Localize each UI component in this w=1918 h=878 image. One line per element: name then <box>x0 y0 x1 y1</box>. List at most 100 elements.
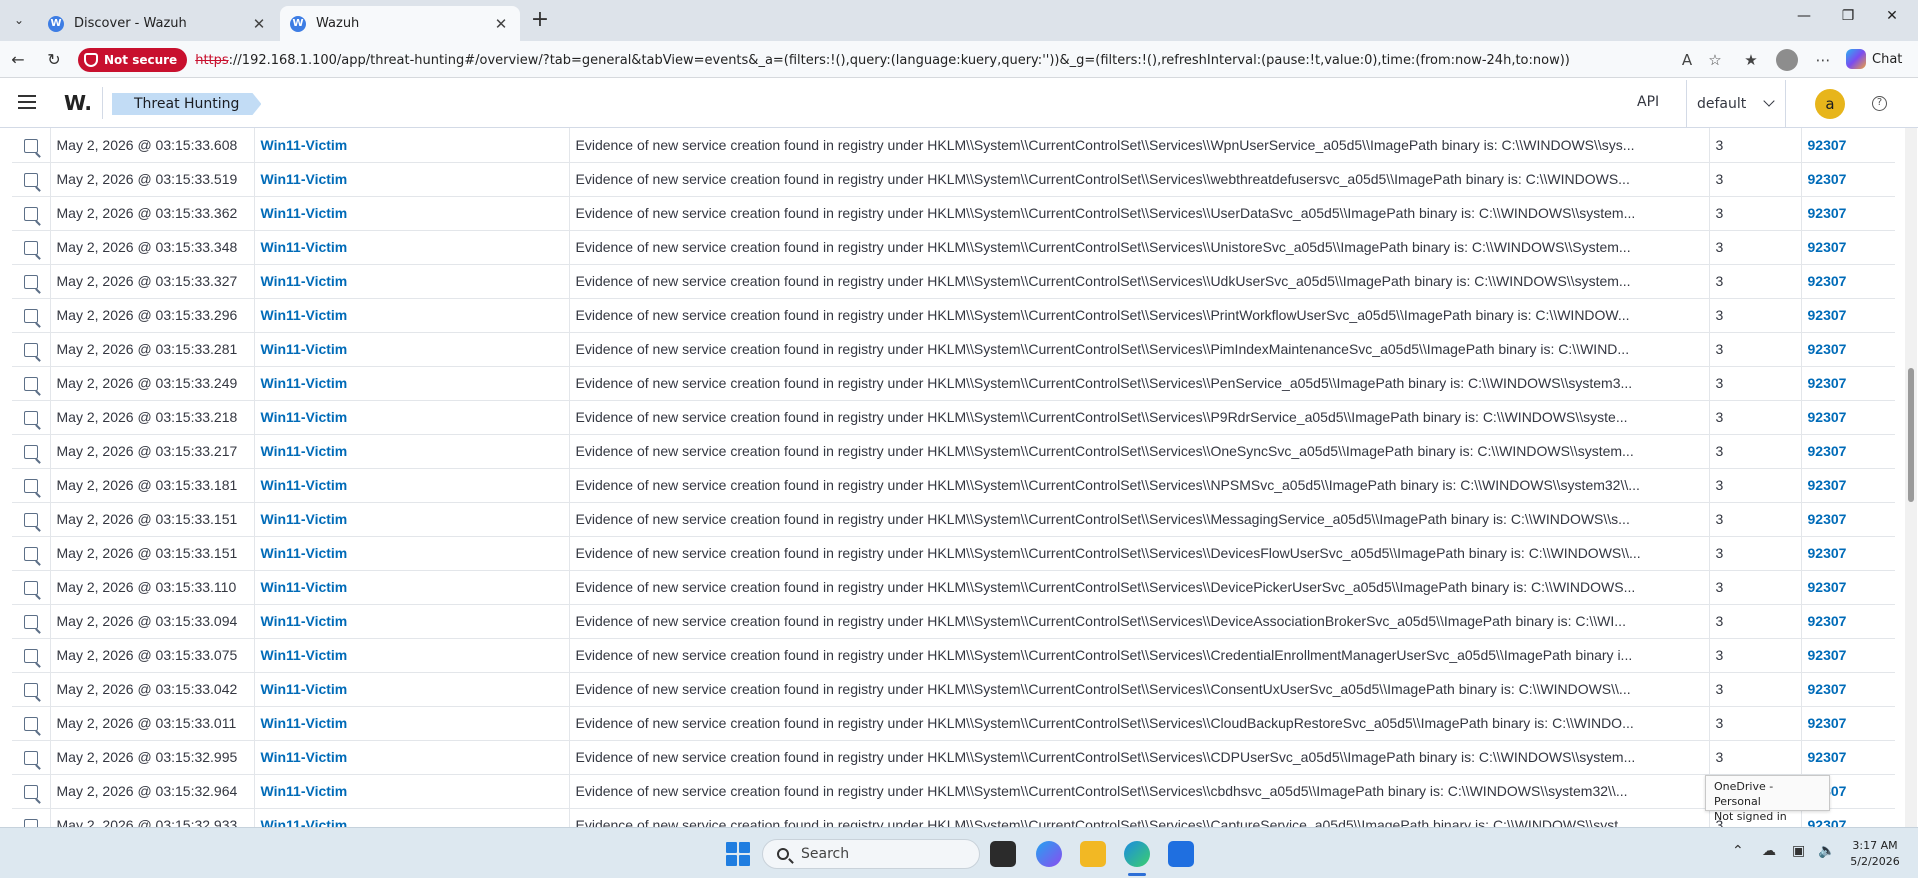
not-secure-badge[interactable]: Not secure <box>78 48 188 72</box>
inspect-cell[interactable] <box>12 332 51 367</box>
table-row[interactable]: May 2, 2026 @ 03:15:33.110 Win11-Victim Ev… <box>12 570 1895 605</box>
network-icon[interactable]: ▣ <box>1792 843 1805 859</box>
agent-name-link[interactable]: Win11-Victim <box>261 409 348 425</box>
table-row[interactable]: May 2, 2026 @ 03:15:33.348 Win11-Victim Ev… <box>12 230 1895 265</box>
inspect-cell[interactable] <box>12 536 51 571</box>
menu-hamburger-icon[interactable] <box>18 95 36 109</box>
page-scrollbar[interactable] <box>1905 128 1917 827</box>
agent-name-link[interactable]: Win11-Victim <box>261 681 348 697</box>
inspect-cell[interactable] <box>12 128 51 163</box>
rule-id-link[interactable]: 92307 <box>1808 647 1847 663</box>
rule-id-link[interactable]: 92307 <box>1808 205 1847 221</box>
rule-id-link[interactable]: 92307 <box>1808 511 1847 527</box>
table-row[interactable]: May 2, 2026 @ 03:15:33.362 Win11-Victim Ev… <box>12 196 1895 231</box>
agent-name-link[interactable]: Win11-Victim <box>261 511 348 527</box>
rule-id-link[interactable]: 92307 <box>1808 749 1847 765</box>
rule-id-link[interactable]: 92307 <box>1808 681 1847 697</box>
agent-name-link[interactable]: Win11-Victim <box>261 443 348 459</box>
rule-id-link[interactable]: 92307 <box>1808 171 1847 187</box>
more-options-icon[interactable]: ⋯ <box>1812 49 1834 71</box>
rule-id-link[interactable]: 92307 <box>1808 137 1847 153</box>
inspect-document-icon[interactable] <box>23 683 38 698</box>
inspect-document-icon[interactable] <box>23 547 38 562</box>
agent-name-link[interactable]: Win11-Victim <box>261 375 348 391</box>
inspect-document-icon[interactable] <box>23 649 38 664</box>
inspect-cell[interactable] <box>12 638 51 673</box>
agent-name-link[interactable]: Win11-Victim <box>261 579 348 595</box>
windows-start-icon[interactable] <box>726 842 750 866</box>
inspect-cell[interactable] <box>12 230 51 265</box>
rule-id-link[interactable]: 92307 <box>1808 579 1847 595</box>
wazuh-logo[interactable]: W. <box>64 91 92 115</box>
inspect-document-icon[interactable] <box>23 275 38 290</box>
inspect-cell[interactable] <box>12 740 51 775</box>
inspect-document-icon[interactable] <box>23 581 38 596</box>
table-row[interactable]: May 2, 2026 @ 03:15:33.181 Win11-Victim Ev… <box>12 468 1895 503</box>
table-row[interactable]: May 2, 2026 @ 03:15:33.151 Win11-Victim Ev… <box>12 502 1895 537</box>
reload-icon[interactable]: ↻ <box>42 48 66 72</box>
inspect-document-icon[interactable] <box>23 445 38 460</box>
onedrive-offline-icon[interactable]: ☁ <box>1762 843 1776 859</box>
copilot-chat-button[interactable]: Chat <box>1846 49 1902 69</box>
table-row[interactable]: May 2, 2026 @ 03:15:33.608 Win11-Victim Ev… <box>12 128 1895 163</box>
minimize-icon[interactable]: — <box>1784 8 1824 32</box>
read-aloud-icon[interactable]: A <box>1676 49 1698 71</box>
inspect-cell[interactable] <box>12 570 51 605</box>
inspect-document-icon[interactable] <box>23 513 38 528</box>
rule-id-link[interactable]: 92307 <box>1808 715 1847 731</box>
agent-name-link[interactable]: Win11-Victim <box>261 137 348 153</box>
table-row[interactable]: May 2, 2026 @ 03:15:33.151 Win11-Victim Ev… <box>12 536 1895 571</box>
inspect-document-icon[interactable] <box>23 377 38 392</box>
inspect-document-icon[interactable] <box>23 785 38 800</box>
agent-name-link[interactable]: Win11-Victim <box>261 749 348 765</box>
table-row[interactable]: May 2, 2026 @ 03:15:33.075 Win11-Victim Ev… <box>12 638 1895 673</box>
inspect-cell[interactable] <box>12 502 51 537</box>
tab-list-chevron-icon[interactable]: ⌄ <box>8 9 30 31</box>
inspect-document-icon[interactable] <box>23 751 38 766</box>
file-explorer-icon[interactable] <box>1080 841 1106 867</box>
inspect-cell[interactable] <box>12 774 51 809</box>
tray-overflow-chevron-icon[interactable]: ⌃ <box>1732 843 1744 859</box>
rule-id-link[interactable]: 92307 <box>1808 375 1847 391</box>
store-icon[interactable] <box>1168 841 1194 867</box>
agent-name-link[interactable]: Win11-Victim <box>261 647 348 663</box>
table-row[interactable]: May 2, 2026 @ 03:15:32.964 Win11-Victim Ev… <box>12 774 1895 809</box>
inspect-cell[interactable] <box>12 434 51 469</box>
user-avatar[interactable]: a <box>1815 89 1845 119</box>
url-field[interactable]: Not secure https://192.168.1.100/app/thr… <box>78 46 1718 74</box>
agent-name-link[interactable]: Win11-Victim <box>261 715 348 731</box>
inspect-document-icon[interactable] <box>23 343 38 358</box>
rule-id-link[interactable]: 92307 <box>1808 545 1847 561</box>
agent-name-link[interactable]: Win11-Victim <box>261 477 348 493</box>
inspect-cell[interactable] <box>12 196 51 231</box>
inspect-document-icon[interactable] <box>23 411 38 426</box>
inspect-document-icon[interactable] <box>23 717 38 732</box>
table-row[interactable]: May 2, 2026 @ 03:15:33.042 Win11-Victim Ev… <box>12 672 1895 707</box>
agent-name-link[interactable]: Win11-Victim <box>261 783 348 799</box>
volume-icon[interactable]: 🔈 <box>1818 843 1835 859</box>
favorites-list-icon[interactable]: ★ <box>1740 49 1762 71</box>
inspect-document-icon[interactable] <box>23 479 38 494</box>
tab-close-icon[interactable]: ✕ <box>492 15 510 33</box>
table-row[interactable]: May 2, 2026 @ 03:15:33.218 Win11-Victim Ev… <box>12 400 1895 435</box>
window-close-icon[interactable]: ✕ <box>1872 8 1912 32</box>
profile-avatar[interactable] <box>1776 49 1798 71</box>
rule-id-link[interactable]: 92307 <box>1808 273 1847 289</box>
inspect-cell[interactable] <box>12 672 51 707</box>
tab-close-icon[interactable]: ✕ <box>250 15 268 33</box>
agent-name-link[interactable]: Win11-Victim <box>261 307 348 323</box>
agent-name-link[interactable]: Win11-Victim <box>261 817 348 827</box>
table-row[interactable]: May 2, 2026 @ 03:15:32.995 Win11-Victim Ev… <box>12 740 1895 775</box>
table-row[interactable]: May 2, 2026 @ 03:15:33.249 Win11-Victim Ev… <box>12 366 1895 401</box>
rule-id-link[interactable]: 92307 <box>1808 443 1847 459</box>
back-arrow-icon[interactable]: ← <box>6 48 30 72</box>
inspect-document-icon[interactable] <box>23 207 38 222</box>
table-row[interactable]: May 2, 2026 @ 03:15:33.296 Win11-Victim Ev… <box>12 298 1895 333</box>
rule-id-link[interactable]: 92307 <box>1808 613 1847 629</box>
tenant-select[interactable]: default <box>1686 80 1786 127</box>
rule-id-link[interactable]: 92307 <box>1808 409 1847 425</box>
inspect-cell[interactable] <box>12 400 51 435</box>
table-row[interactable]: May 2, 2026 @ 03:15:32.933 Win11-Victim Ev… <box>12 808 1895 827</box>
inspect-cell[interactable] <box>12 808 51 827</box>
taskbar-search[interactable]: Search <box>762 839 980 869</box>
